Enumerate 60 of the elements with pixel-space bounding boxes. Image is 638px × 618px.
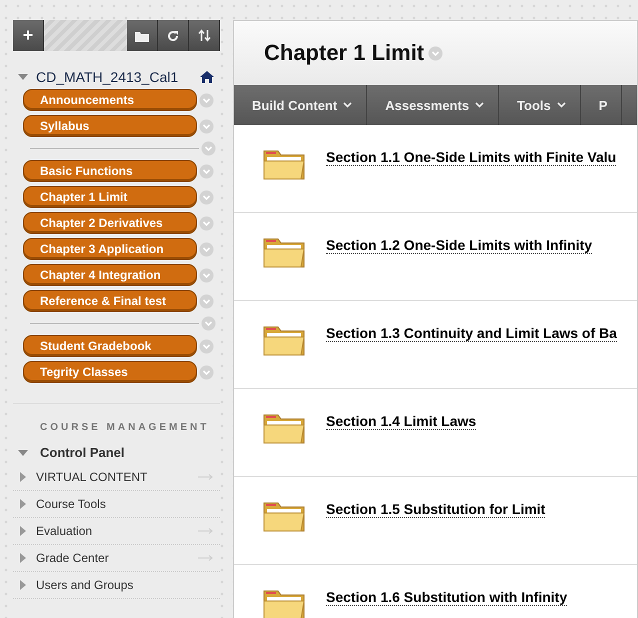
chevron-down-icon[interactable] (199, 294, 214, 308)
expand-triangle-icon[interactable] (20, 526, 26, 536)
refresh-icon (167, 30, 179, 42)
expand-triangle-icon[interactable] (20, 553, 26, 563)
expand-triangle-icon[interactable] (20, 580, 26, 590)
collapse-triangle-icon[interactable] (18, 450, 28, 456)
section-link[interactable]: Section 1.2 One-Side Limits with Infinity (326, 237, 592, 254)
refresh-button[interactable] (158, 20, 189, 51)
add-button[interactable]: + (13, 20, 44, 51)
collapse-triangle-icon[interactable] (18, 74, 28, 80)
control-panel-item[interactable]: VIRTUAL CONTENT (36, 470, 188, 484)
chevron-down-icon[interactable] (199, 242, 214, 256)
control-panel-item[interactable]: Users and Groups (36, 578, 214, 592)
chevron-down-icon[interactable] (199, 338, 214, 354)
course-menu-item[interactable]: Student Gradebook (23, 335, 197, 357)
title-options-icon[interactable] (428, 46, 444, 60)
chevron-down-icon[interactable] (199, 118, 214, 134)
reorder-button[interactable] (189, 20, 220, 51)
control-panel-item[interactable]: Evaluation (36, 524, 188, 538)
course-menu-item[interactable]: Basic Functions (23, 160, 197, 182)
action-menu-button[interactable]: Tools (499, 85, 581, 125)
section-link[interactable]: Section 1.4 Limit Laws (326, 413, 476, 430)
course-menu-item[interactable]: Chapter 1 Limit (23, 186, 197, 208)
course-menu-item[interactable]: Chapter 4 Integration (23, 264, 197, 286)
action-menu-button[interactable]: Build Content (234, 85, 368, 125)
chevron-down-icon[interactable] (199, 268, 214, 282)
chevron-down-icon[interactable] (199, 92, 214, 108)
control-panel-item[interactable]: Grade Center (36, 551, 188, 565)
chevron-down-icon[interactable] (199, 216, 214, 230)
chevron-down-icon[interactable] (199, 190, 214, 204)
arrow-right-icon[interactable] (198, 555, 214, 561)
arrow-right-icon[interactable] (198, 528, 214, 534)
section-link[interactable]: Section 1.5 Substitution for Limit (326, 501, 546, 518)
page-title: Chapter 1 Limit (264, 40, 424, 66)
folder-icon (135, 30, 149, 42)
action-menu-button[interactable]: P (580, 85, 622, 125)
course-menu-item[interactable]: Tegrity Classes (23, 361, 197, 383)
arrow-right-icon[interactable] (198, 474, 214, 480)
divider-options-icon[interactable] (201, 141, 216, 156)
section-link[interactable]: Section 1.1 One-Side Limits with Finite Valu (326, 149, 616, 166)
control-panel-label[interactable]: Control Panel (40, 445, 125, 460)
course-menu-item[interactable]: Syllabus (23, 115, 197, 137)
control-panel-item[interactable]: Course Tools (36, 497, 214, 511)
course-menu-item[interactable]: Chapter 2 Derivatives (23, 212, 197, 234)
course-menu-item[interactable]: Announcements (23, 89, 197, 111)
divider-options-icon[interactable] (201, 316, 216, 331)
action-menu-button[interactable]: Assessments (367, 85, 500, 125)
section-link[interactable]: Section 1.3 Continuity and Limit Laws of Ba (326, 325, 617, 342)
expand-triangle-icon[interactable] (20, 499, 26, 509)
course-menu-item[interactable]: Reference & Final test (23, 290, 197, 312)
section-heading: COURSE MANAGEMENT (39, 422, 210, 433)
chevron-down-icon[interactable] (199, 364, 214, 380)
section-link[interactable]: Section 1.6 Substitution with Infinity (326, 589, 568, 606)
folder-button[interactable] (127, 20, 158, 51)
sort-icon (198, 29, 210, 42)
course-title[interactable]: CD_MATH_2413_Cal1 (36, 69, 192, 85)
course-menu-item[interactable]: Chapter 3 Application (23, 238, 197, 260)
home-icon[interactable] (200, 71, 214, 83)
chevron-down-icon[interactable] (199, 164, 214, 178)
expand-triangle-icon[interactable] (20, 472, 26, 482)
